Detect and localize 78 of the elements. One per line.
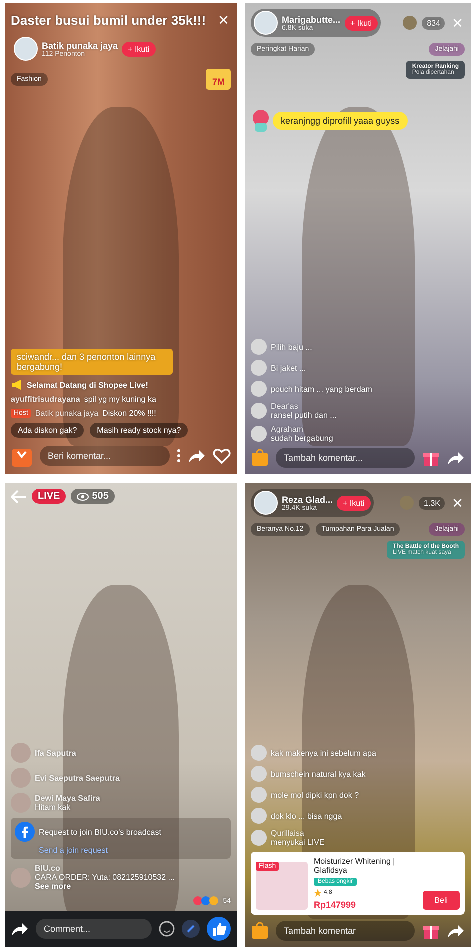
commenter-avatar: [11, 768, 31, 788]
commenter-avatar: [251, 403, 267, 419]
join-notice: sciwandr... dan 3 penonton lainnya bergabung!: [11, 349, 173, 375]
comment-user: Agraham: [271, 425, 304, 434]
eye-icon[interactable]: [77, 492, 90, 500]
comment-text: dok klo ... bisa ngga: [271, 812, 342, 820]
comment-text: mole mol dipki kpn dok ?: [271, 790, 360, 800]
comment-text: pouch hitam ... yang berdam: [271, 384, 372, 394]
avatar: [254, 11, 278, 35]
comment-text: CARA ORDER: Yuta: 082125910532 ...: [35, 873, 175, 882]
comment-text: spil yg my kuning ka: [84, 395, 156, 404]
commenter-avatar: [251, 830, 267, 846]
megaphone-icon[interactable]: [11, 380, 23, 390]
heart-icon[interactable]: [213, 448, 231, 464]
comment-user: Dewi Maya Safira: [35, 794, 100, 803]
commenter-avatar: [251, 381, 267, 397]
share-icon[interactable]: [11, 921, 29, 937]
prize-badge[interactable]: 7M: [206, 69, 231, 90]
more-icon[interactable]: [177, 449, 181, 463]
quick-reply-chip[interactable]: Masih ready stock nya?: [90, 423, 188, 438]
viewer-count: 1.3K: [419, 496, 446, 510]
comment-user: BIU.co: [35, 864, 62, 873]
commenter-avatar: [251, 745, 267, 761]
commenter-avatar: [251, 766, 267, 782]
quick-reply-chip[interactable]: Ada diskon gak?: [11, 423, 84, 438]
comment-user: Evi Saeputra Saeputra: [35, 774, 120, 782]
comment-text: menyukai LIVE: [271, 838, 325, 847]
comment-text: sudah bergabung: [271, 434, 334, 443]
avatar: [14, 37, 38, 61]
comment-field[interactable]: Comment...: [36, 919, 152, 939]
stream-title: Daster busui bumil under 35k!!!: [11, 12, 208, 28]
shopping-bag-icon[interactable]: [251, 449, 269, 467]
commenter-avatar: [251, 339, 267, 355]
comment-text: Diskon 20% !!!!: [102, 409, 156, 418]
request-text: Request to join BIU.co's broadcast: [39, 828, 162, 836]
pinned-message: keranjngg diprofill yaaa guyss: [273, 112, 408, 130]
share-icon[interactable]: [447, 923, 465, 939]
viewer-number: 505: [92, 491, 109, 502]
commenter-avatar: [251, 360, 267, 376]
live-badge: LIVE: [32, 489, 66, 504]
comment-text: ransel putih dan ...: [271, 411, 337, 420]
comment-text: bumschein natural kya kak: [271, 770, 366, 778]
commenter-avatar: [251, 426, 267, 442]
system-message: Selamat Datang di Shopee Live!: [27, 380, 148, 390]
comment-text: Hitam kak: [35, 803, 72, 812]
thumbs-up-icon[interactable]: [207, 917, 231, 941]
comment-text: kak makenya ini sebelum apa: [271, 748, 376, 758]
comment-user: Ifa Saputra: [35, 748, 76, 758]
close-button[interactable]: ×: [216, 11, 231, 29]
see-more-link[interactable]: See more: [35, 882, 175, 891]
comment-text: Bi jaket ...: [271, 364, 306, 372]
join-request-link[interactable]: Send a join request: [39, 846, 108, 855]
product-name: Moisturizer Whitening | Glafidsya: [314, 857, 396, 875]
commenter-avatar: [251, 787, 267, 803]
host-name: Batik punaka jaya: [42, 40, 118, 50]
facebook-icon[interactable]: [15, 822, 35, 842]
host-name: Marigabutte...: [282, 14, 341, 24]
emoji-icon[interactable]: [159, 921, 175, 937]
commenter-avatar: [11, 743, 31, 763]
comment-user: Batik punaka jaya: [35, 409, 99, 418]
viewer-count: 834: [422, 16, 446, 30]
star-icon[interactable]: [314, 889, 322, 897]
commenter-avatar: [251, 808, 267, 824]
comment-user: Dear'as: [271, 402, 300, 411]
commenter-avatar: [11, 868, 31, 888]
buy-button[interactable]: Beli: [422, 891, 460, 910]
comment-user: ayuffitrisudrayana: [11, 395, 80, 404]
viewer-avatar: [403, 16, 418, 30]
product-price: Rp147999: [314, 900, 356, 910]
avatar: [254, 491, 278, 515]
close-button[interactable]: ×: [450, 494, 465, 512]
host-name: Reza Glad...: [282, 494, 334, 504]
comment-user: Qurillaisa: [271, 829, 306, 838]
follow-button[interactable]: + Ikuti: [337, 496, 371, 510]
shopping-bag-icon[interactable]: [251, 922, 269, 940]
follow-button[interactable]: + Ikuti: [344, 16, 378, 30]
follow-button[interactable]: + Ikuti: [122, 42, 156, 56]
comment-text: Pilih baju ...: [271, 342, 312, 352]
